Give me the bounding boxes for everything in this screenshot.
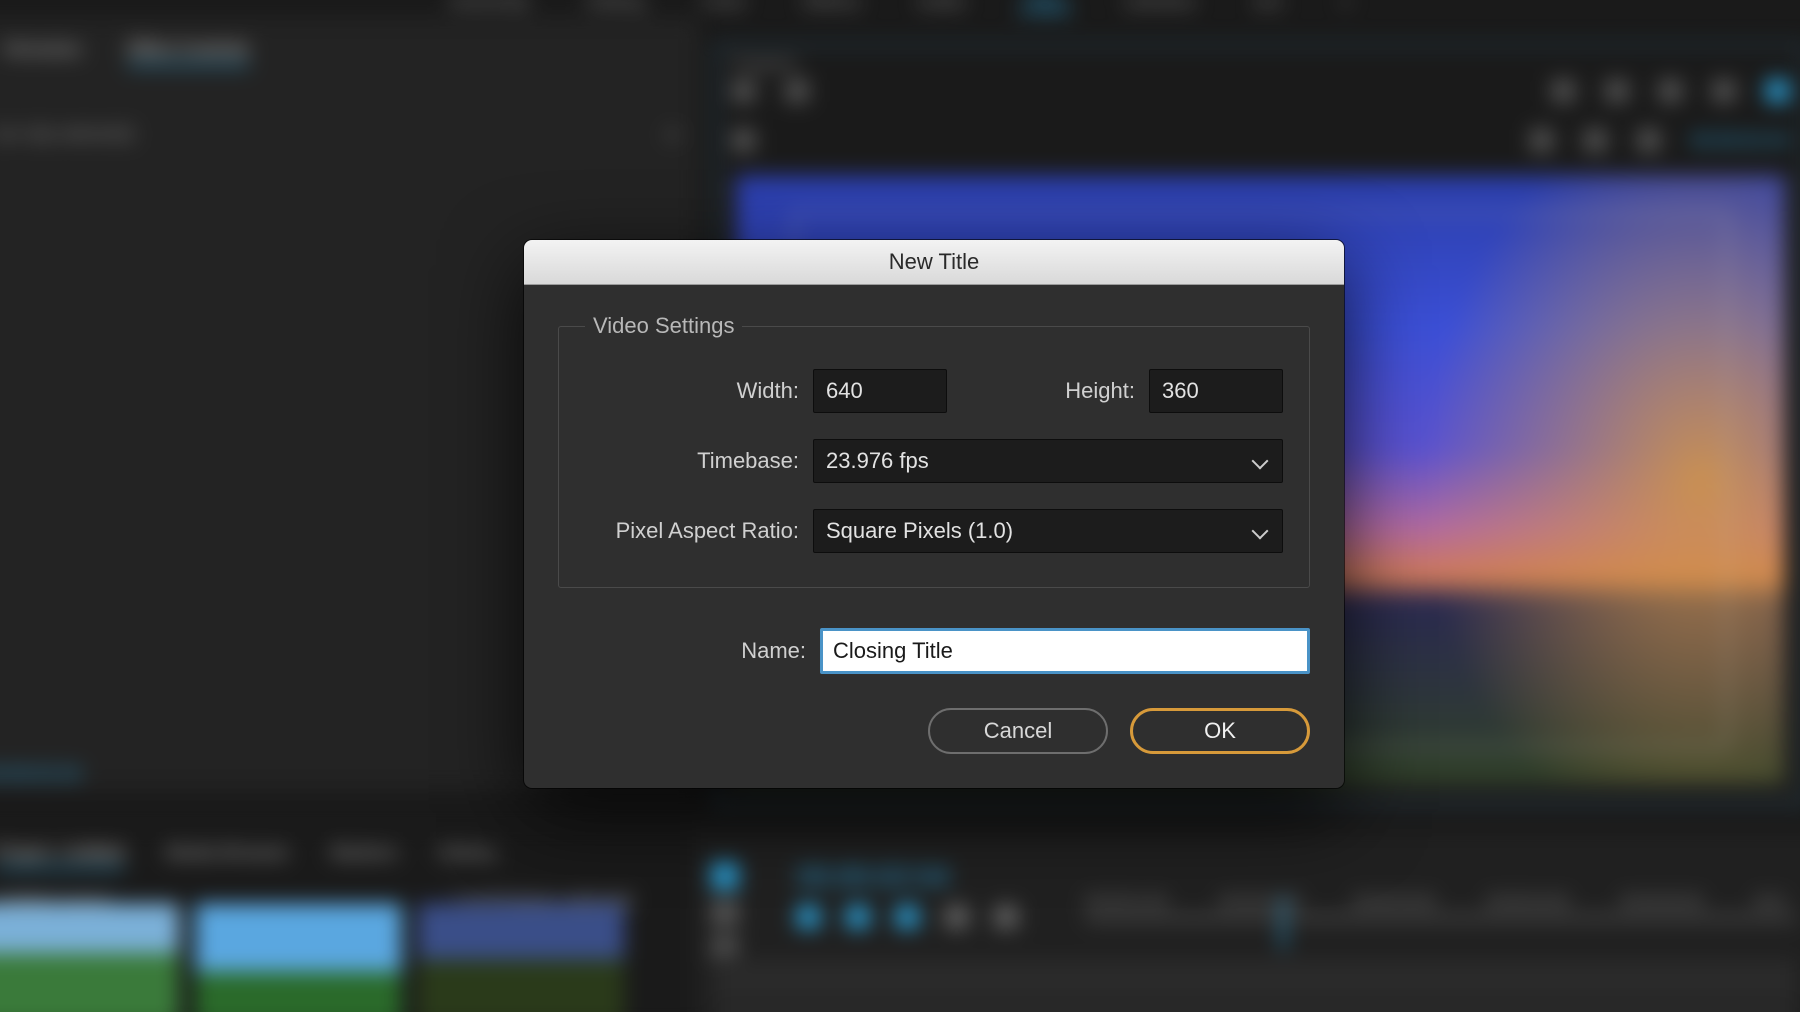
timeline-icon[interactable] <box>995 906 1018 929</box>
chevron-down-icon <box>1252 452 1270 470</box>
project-tab[interactable]: History <box>439 842 497 870</box>
timeline-icon[interactable] <box>846 906 869 929</box>
name-label: Name: <box>558 638 820 664</box>
clip-thumbnail[interactable] <box>195 904 401 1012</box>
video-settings-legend: Video Settings <box>585 313 742 339</box>
workspace-tab-active[interactable]: Titles <box>1019 0 1071 14</box>
timeline-icon[interactable] <box>945 906 968 929</box>
workspace-tab[interactable]: Assembly <box>445 0 534 12</box>
workspace-tab[interactable]: Editing <box>583 0 648 12</box>
panel-tab-active[interactable]: Effect Controls <box>128 38 249 66</box>
timeline-ruler[interactable]: 00:00:01:00 00:00:02:00 00:00:03:00 00:0… <box>1085 916 1796 920</box>
name-input[interactable] <box>820 628 1310 674</box>
workspace-tab[interactable]: Libraries <box>1120 0 1199 12</box>
timebase-select[interactable]: 23.976 fps <box>813 439 1283 483</box>
video-settings-group: Video Settings Width: Height: Timebase: … <box>558 313 1310 588</box>
timeline-tool-icon[interactable] <box>712 899 739 926</box>
panel-menu-icon[interactable]: ▸ <box>669 123 678 145</box>
pixel-aspect-ratio-select[interactable]: Square Pixels (1.0) <box>813 509 1283 553</box>
workspace-tab[interactable]: Audio <box>914 0 970 12</box>
timebase-value: 23.976 fps <box>826 448 929 474</box>
program-timecode: 00:00:02:04 <box>1691 130 1789 152</box>
chevron-down-icon <box>1252 522 1270 540</box>
height-input[interactable] <box>1149 369 1283 413</box>
project-tab[interactable]: Media Browser <box>166 842 290 870</box>
project-tab[interactable]: Project: Untitled <box>0 842 124 870</box>
pixel-aspect-ratio-value: Square Pixels (1.0) <box>826 518 1013 544</box>
dialog-title: New Title <box>889 249 979 275</box>
pixel-aspect-ratio-label: Pixel Aspect Ratio: <box>585 518 813 544</box>
new-title-dialog: New Title Video Settings Width: Height: … <box>524 240 1344 788</box>
source-timecode: 00:00:02:04 <box>0 764 81 786</box>
width-label: Width: <box>585 378 813 404</box>
clip-thumbnail[interactable] <box>418 904 624 1012</box>
timebase-label: Timebase: <box>585 448 813 474</box>
timeline-track[interactable] <box>715 1007 1797 1012</box>
project-tab[interactable]: Markers <box>331 842 398 870</box>
clip-thumbnail[interactable] <box>0 904 179 1012</box>
width-input[interactable] <box>813 369 947 413</box>
dialog-titlebar: New Title <box>524 240 1344 285</box>
panel-tab[interactable]: Metadata <box>4 38 81 66</box>
workspace-overflow-icon[interactable]: » <box>1336 0 1355 12</box>
no-clip-message: (no clip selected) <box>0 123 134 145</box>
program-label: Program: <box>732 55 800 73</box>
timeline-icon[interactable] <box>896 906 919 929</box>
timeline-timecode[interactable]: 00:00:02:04 <box>694 831 1800 901</box>
timeline-panel: 00:00:02:04 00:00:01:00 00:00:02:00 00:0… <box>694 831 1800 1012</box>
height-label: Height: <box>1065 378 1149 404</box>
workspace-tab[interactable]: Color <box>698 0 751 12</box>
workspace-tab[interactable]: Jen <box>1249 0 1287 12</box>
timeline-icon[interactable] <box>797 906 820 929</box>
workspace-tab[interactable]: Effects <box>800 0 865 12</box>
timeline-track[interactable] <box>715 955 1797 1004</box>
ok-button[interactable]: OK <box>1130 708 1310 754</box>
cancel-button[interactable]: Cancel <box>928 708 1108 754</box>
timeline-tool-icon[interactable] <box>712 862 739 889</box>
project-thumbnails <box>0 904 624 1012</box>
workspace-tabs: Assembly Editing Color Effects Audio Tit… <box>0 0 1800 18</box>
